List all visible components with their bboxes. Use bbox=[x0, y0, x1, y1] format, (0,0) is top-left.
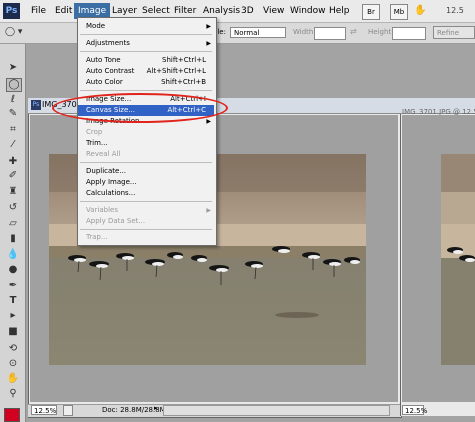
photoshop-logo: Ps bbox=[3, 3, 20, 19]
history-brush-tool-icon[interactable]: ↺ bbox=[6, 202, 20, 214]
submenu-arrow-icon: ▶ bbox=[206, 23, 211, 30]
submenu-arrow-icon: ▶ bbox=[206, 207, 211, 214]
menu-edit[interactable]: Edit bbox=[51, 3, 76, 19]
quick-select-tool-icon[interactable]: ✎ bbox=[6, 108, 20, 120]
zoom-level-readout[interactable]: 12.5 bbox=[446, 6, 464, 15]
submenu-arrow-icon: ▶ bbox=[206, 40, 211, 47]
menu-item-apply-image[interactable]: Apply Image... bbox=[78, 177, 214, 188]
pen-tool-icon[interactable]: ✒ bbox=[6, 280, 20, 292]
menu-separator bbox=[80, 201, 212, 202]
menu-item-calculations[interactable]: Calculations... bbox=[78, 188, 214, 199]
brush-tool-icon[interactable]: ✐ bbox=[6, 170, 20, 182]
menu-item-crop: Crop bbox=[86, 128, 103, 136]
width-label: Width: bbox=[293, 28, 316, 36]
clone-stamp-tool-icon[interactable]: ♜ bbox=[6, 186, 20, 198]
width-field[interactable] bbox=[314, 27, 346, 40]
status-arrow-icon[interactable]: ▸ bbox=[154, 404, 158, 412]
menu-view[interactable]: View bbox=[259, 3, 288, 19]
menu-3d[interactable]: 3D bbox=[237, 3, 258, 19]
move-tool-icon[interactable]: ➤ bbox=[6, 62, 20, 74]
zoom-field[interactable]: 12.5% bbox=[31, 405, 57, 415]
marquee-preset-icon[interactable]: ◯ ▾ bbox=[5, 26, 25, 39]
menu-separator bbox=[80, 90, 212, 91]
menu-separator bbox=[80, 229, 212, 230]
path-selection-tool-icon[interactable]: ▸ bbox=[6, 310, 20, 322]
menu-help[interactable]: Help bbox=[325, 3, 354, 19]
menu-item-mode[interactable]: Mode ▶ bbox=[78, 21, 214, 32]
status-menu-icon[interactable] bbox=[63, 405, 73, 416]
hand-icon[interactable]: ✋ bbox=[414, 4, 426, 18]
bridge-button[interactable]: Br bbox=[362, 4, 380, 20]
menu-separator bbox=[80, 51, 212, 52]
menu-item-adjustments[interactable]: Adjustments ▶ bbox=[78, 38, 214, 49]
menu-item-trap: Trap... bbox=[86, 233, 108, 241]
menu-separator bbox=[80, 162, 212, 163]
3d-rotate-tool-icon[interactable]: ⟲ bbox=[6, 343, 20, 355]
foreground-color-swatch[interactable] bbox=[4, 408, 20, 422]
second-zoom-field[interactable]: 12.5% bbox=[402, 405, 427, 415]
menu-file[interactable]: File bbox=[27, 3, 50, 19]
dodge-tool-icon[interactable]: ● bbox=[6, 264, 20, 276]
second-photo-canvas[interactable] bbox=[441, 154, 475, 365]
menu-item-apply-data-set: Apply Data Set... bbox=[86, 217, 146, 225]
menu-separator bbox=[80, 34, 212, 35]
blur-tool-icon[interactable]: 💧 bbox=[6, 249, 20, 261]
height-label: Height: bbox=[368, 28, 394, 36]
healing-brush-tool-icon[interactable]: ✚ bbox=[6, 156, 20, 168]
height-field[interactable] bbox=[392, 27, 426, 40]
style-select[interactable]: Normal bbox=[230, 27, 286, 38]
refine-edge-button[interactable]: Refine Edge... bbox=[433, 26, 475, 39]
menu-item-reveal-all: Reveal All bbox=[86, 150, 121, 158]
eraser-tool-icon[interactable]: ▱ bbox=[6, 218, 20, 230]
shape-tool-icon[interactable]: ■ bbox=[6, 326, 20, 338]
menu-window[interactable]: Window bbox=[286, 3, 330, 19]
highlight-annotation-ellipse bbox=[52, 93, 228, 123]
mini-bridge-button[interactable]: Mb bbox=[390, 4, 408, 20]
menu-item-trim[interactable]: Trim... bbox=[78, 138, 214, 149]
menu-item-auto-contrast[interactable]: Auto Contrast Alt+Shift+Ctrl+L bbox=[78, 66, 214, 77]
crop-tool-icon[interactable]: ⌗ bbox=[6, 124, 20, 136]
menu-item-duplicate[interactable]: Duplicate... bbox=[78, 166, 214, 177]
hand-tool-icon[interactable]: ✋ bbox=[6, 373, 20, 385]
menu-item-auto-color[interactable]: Auto Color Shift+Ctrl+B bbox=[78, 77, 214, 88]
eyedropper-tool-icon[interactable]: ⁄ bbox=[6, 139, 20, 151]
3d-orbit-tool-icon[interactable]: ⊙ bbox=[6, 358, 20, 370]
marquee-tool-icon[interactable]: ◯ bbox=[6, 78, 22, 92]
lasso-tool-icon[interactable]: ℓ bbox=[6, 94, 20, 106]
menu-item-variables: Variables ▶ bbox=[86, 206, 211, 214]
swap-icon[interactable]: ⇄ bbox=[350, 27, 357, 36]
document-ps-icon: Ps bbox=[31, 100, 41, 110]
horizontal-scrollbar[interactable] bbox=[163, 405, 390, 416]
zoom-tool-icon[interactable]: ⚲ bbox=[6, 388, 20, 400]
type-tool-icon[interactable]: T bbox=[6, 295, 20, 307]
gradient-tool-icon[interactable]: ▮ bbox=[6, 233, 20, 245]
menu-item-auto-tone[interactable]: Auto Tone Shift+Ctrl+L bbox=[78, 55, 214, 66]
